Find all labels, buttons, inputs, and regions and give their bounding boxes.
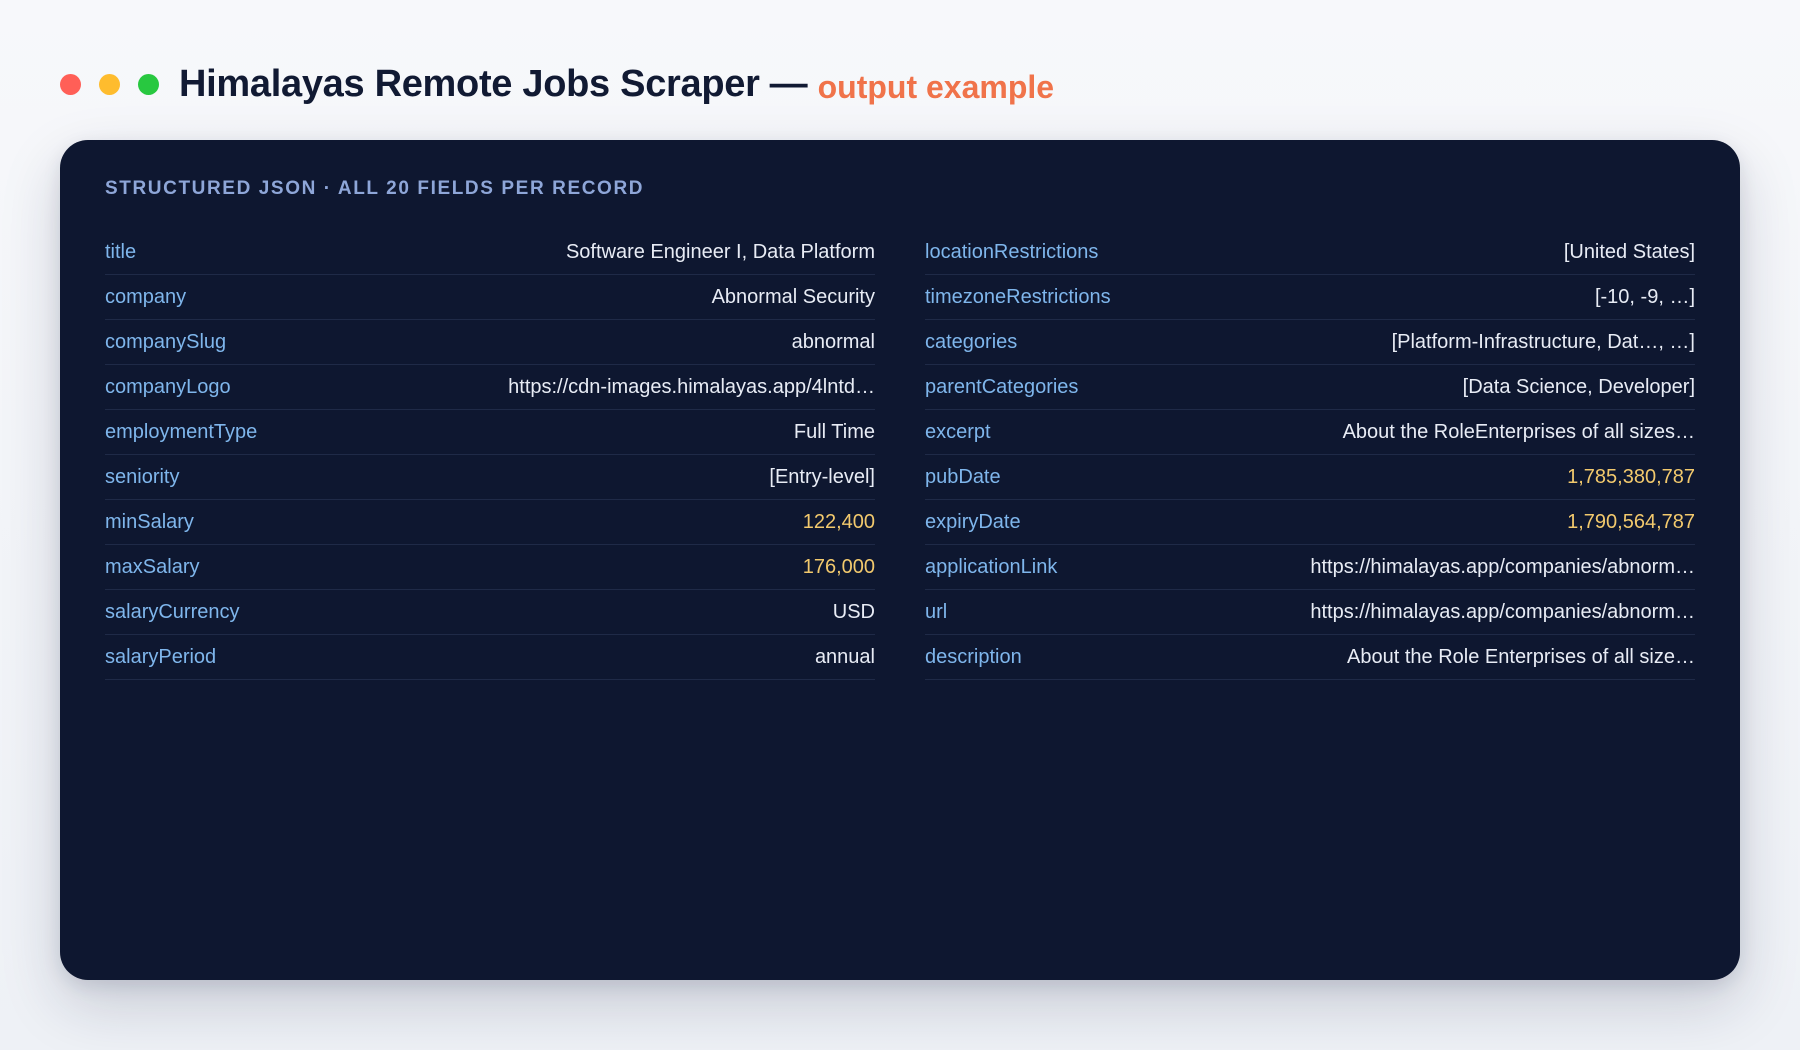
title-separator: — xyxy=(769,62,808,105)
page-header: Himalayas Remote Jobs Scraper — output e… xyxy=(60,58,1054,110)
field-value: Software Engineer I, Data Platform xyxy=(565,240,875,263)
field-row: title Software Engineer I, Data Platform xyxy=(105,230,875,275)
field-row: pubDate 1,785,380,787 xyxy=(925,455,1695,500)
field-row: applicationLink https://himalayas.app/com… xyxy=(925,545,1695,590)
field-row: salaryCurrency USD xyxy=(105,590,875,635)
field-value: [United States] xyxy=(1563,240,1695,263)
field-column-right: locationRestrictions [United States] timez… xyxy=(925,230,1695,680)
field-row: company Abnormal Security xyxy=(105,275,875,320)
field-row: salaryPeriod annual xyxy=(105,635,875,680)
window-minimize-dot[interactable] xyxy=(99,73,120,95)
field-value: USD xyxy=(832,600,875,623)
field-key: excerpt xyxy=(925,420,991,443)
field-key: url xyxy=(925,600,948,623)
field-key: pubDate xyxy=(925,465,1001,488)
field-value: annual xyxy=(814,645,875,668)
field-value: 1,785,380,787 xyxy=(1567,465,1695,488)
field-key: maxSalary xyxy=(105,555,200,578)
field-key: locationRestrictions xyxy=(925,240,1099,263)
field-value: About the RoleEnterprises of all sizes… xyxy=(1342,420,1695,443)
field-row: seniority [Entry-level] xyxy=(105,455,875,500)
field-row: excerpt About the RoleEnterprises of all … xyxy=(925,410,1695,455)
field-value: https://himalayas.app/companies/abnorm… xyxy=(1310,600,1695,623)
field-column-left: title Software Engineer I, Data Platform c… xyxy=(105,230,875,680)
field-value: Full Time xyxy=(793,420,875,443)
field-row: timezoneRestrictions [-10, -9, …] xyxy=(925,275,1695,320)
field-value: [-10, -9, …] xyxy=(1594,285,1695,308)
field-row: minSalary 122,400 xyxy=(105,500,875,545)
field-row: employmentType Full Time xyxy=(105,410,875,455)
section-label: STRUCTURED JSON · ALL 20 FIELDS PER RECO… xyxy=(105,178,645,199)
field-key: salaryPeriod xyxy=(105,645,217,668)
field-row: description About the Role Enterprises of… xyxy=(925,635,1695,680)
field-row: companySlug abnormal xyxy=(105,320,875,365)
field-key: timezoneRestrictions xyxy=(925,285,1111,308)
window-maximize-dot[interactable] xyxy=(138,73,159,95)
field-row: companyLogo https://cdn-images.himalayas.… xyxy=(105,365,875,410)
field-value: [Platform-Infrastructure, Dat…, …] xyxy=(1391,330,1695,353)
field-row: maxSalary 176,000 xyxy=(105,545,875,590)
field-value: https://himalayas.app/companies/abnorm… xyxy=(1310,555,1695,578)
field-key: categories xyxy=(925,330,1018,353)
field-columns: title Software Engineer I, Data Platform c… xyxy=(105,230,1695,680)
field-value: About the Role Enterprises of all size… xyxy=(1347,645,1695,668)
field-key: company xyxy=(105,285,187,308)
page-subtitle: output example xyxy=(817,68,1055,105)
field-value: https://cdn-images.himalayas.app/4lntd… xyxy=(508,375,875,398)
json-output-card: STRUCTURED JSON · ALL 20 FIELDS PER RECO… xyxy=(60,140,1740,980)
field-value: 1,790,564,787 xyxy=(1567,510,1695,533)
field-key: title xyxy=(105,240,137,263)
window-close-dot[interactable] xyxy=(60,73,81,95)
field-key: applicationLink xyxy=(925,555,1058,578)
field-key: employmentType xyxy=(105,420,258,443)
field-row: parentCategories [Data Science, Developer… xyxy=(925,365,1695,410)
field-key: salaryCurrency xyxy=(105,600,240,623)
field-key: description xyxy=(925,645,1022,668)
field-value: Abnormal Security xyxy=(711,285,875,308)
page-title: Himalayas Remote Jobs Scraper xyxy=(179,62,760,105)
field-value: abnormal xyxy=(791,330,875,353)
field-key: seniority xyxy=(105,465,180,488)
field-value: 122,400 xyxy=(802,510,875,533)
field-key: companySlug xyxy=(105,330,227,353)
field-value: [Data Science, Developer] xyxy=(1462,375,1695,398)
field-row: locationRestrictions [United States] xyxy=(925,230,1695,275)
field-value: [Entry-level] xyxy=(769,465,875,488)
field-key: minSalary xyxy=(105,510,194,533)
field-row: expiryDate 1,790,564,787 xyxy=(925,500,1695,545)
field-value: 176,000 xyxy=(802,555,875,578)
field-key: companyLogo xyxy=(105,375,231,398)
field-row: url https://himalayas.app/companies/abnor… xyxy=(925,590,1695,635)
field-key: expiryDate xyxy=(925,510,1021,533)
field-key: parentCategories xyxy=(925,375,1079,398)
field-row: categories [Platform-Infrastructure, Dat…… xyxy=(925,320,1695,365)
